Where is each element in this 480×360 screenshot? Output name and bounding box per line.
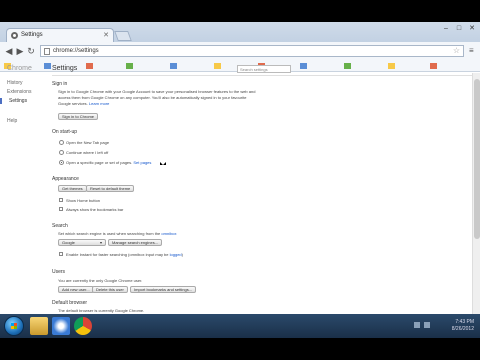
forward-button[interactable]: ▶ [15,46,25,56]
learn-more-link[interactable]: Learn more [89,101,109,106]
bookmark-icon[interactable] [300,63,307,69]
wrench-menu-icon[interactable]: ≡ [469,47,477,55]
page-icon [44,48,50,55]
address-bar-url: chrome://settings [53,48,99,54]
clock-date: 8/26/2012 [451,326,474,332]
search-engine-select[interactable]: Google ▾ [58,239,106,246]
chevron-down-icon: ▾ [99,240,102,245]
toolbar: ◀ ▶ ↻ chrome://settings ☆ ≡ [0,42,480,60]
explorer-icon[interactable] [30,317,48,335]
section-heading-users: Users [52,269,66,275]
sign-in-description: Sign in to Google Chrome with your Googl… [58,89,256,94]
bookmarks-bar-checkbox[interactable] [59,207,63,211]
sidebar-item-help[interactable]: Help [7,118,17,124]
bookmark-icon[interactable] [86,63,93,69]
header-divider [52,75,472,76]
browser-window: Settings ✕ – □ ✕ ◀ ▶ ↻ chrome://settings… [0,22,480,314]
users-description: You are currently the only Google Chrome… [58,278,143,283]
section-heading-default-browser: Default browser [52,300,88,306]
close-window-button[interactable]: ✕ [466,24,478,33]
section-heading-appearance: Appearance [52,176,79,182]
scrollbar[interactable] [472,73,480,314]
tab-settings[interactable]: Settings ✕ [6,28,114,42]
bookmark-icon[interactable] [344,63,351,69]
sign-in-description: access them from Google Chrome on any co… [58,95,247,100]
volume-icon[interactable] [424,322,430,328]
clock[interactable]: 7:43 PM 8/26/2012 [452,319,474,333]
sidebar-item-settings[interactable]: Settings [0,98,44,104]
section-heading-sign-in: Sign in [52,81,68,87]
chrome-icon[interactable] [74,317,92,335]
media-player-icon[interactable] [52,317,70,335]
show-home-checkbox[interactable] [59,198,63,202]
delete-user-button[interactable]: Delete this user [92,286,128,293]
radio-continue[interactable] [59,150,64,155]
start-button-icon[interactable] [4,316,24,336]
network-icon[interactable] [414,322,420,328]
sign-in-button[interactable]: Sign in to Chrome [58,113,99,120]
radio-label: Open a specific page or set of pages. Se… [66,160,151,165]
sign-in-description: Google services. Learn more [58,101,109,106]
reload-button[interactable]: ↻ [26,46,36,56]
address-bar[interactable]: chrome://settings ☆ [40,45,464,57]
search-engine-value: Google [62,240,75,245]
instant-label-text: Enable Instant for faster searching (omn… [66,252,169,257]
bookmark-icon[interactable] [214,63,221,69]
set-pages-link[interactable]: Set pages [133,160,151,165]
sidebar-title: Chrome [7,65,32,72]
back-button[interactable]: ◀ [4,46,14,56]
radio-label: Open the New Tab page [66,140,110,145]
omnibox-link[interactable]: omnibox [161,231,176,236]
settings-gear-icon [11,32,18,39]
close-tab-icon[interactable]: ✕ [103,29,109,42]
radio-specific-pages[interactable] [59,160,64,165]
manage-search-engines-button[interactable]: Manage search engines... [108,239,163,246]
checkbox-label: Enable Instant for faster searching (omn… [66,252,183,257]
sign-in-description-text: Google services. [58,101,88,106]
bookmark-icon[interactable] [388,63,395,69]
default-browser-description: The default browser is currently Google … [58,308,145,313]
checkbox-label: Show Home button [66,198,101,203]
page-title: Settings [52,65,78,72]
sidebar-item-history[interactable]: History [7,80,23,86]
get-themes-button[interactable]: Get themes [58,185,87,192]
mouse-cursor-icon [160,162,166,165]
logged-link[interactable]: logged [170,252,182,257]
tab-title: Settings [21,32,43,38]
instant-checkbox[interactable] [59,252,63,256]
checkbox-label: Always show the bookmarks bar [66,207,124,212]
search-description-text: Set which search engine is used when sea… [58,231,161,236]
import-bookmarks-button[interactable]: Import bookmarks and settings... [130,286,197,293]
bookmark-star-icon[interactable]: ☆ [453,45,460,56]
search-description: Set which search engine is used when sea… [58,231,177,236]
radio-label: Continue where I left off [66,150,109,155]
radio-label-text: Open a specific page or set of pages. [66,160,133,165]
add-user-button[interactable]: Add new user... [58,286,94,293]
reset-theme-button[interactable]: Reset to default theme [86,185,135,192]
bookmark-icon[interactable] [170,63,177,69]
minimize-button[interactable]: – [440,24,452,33]
taskbar: 7:43 PM 8/26/2012 [0,314,480,338]
radio-new-tab[interactable] [59,140,64,145]
new-tab-button[interactable] [114,31,132,41]
search-settings-input[interactable]: Search settings [237,65,291,73]
sidebar-item-extensions[interactable]: Extensions [7,89,31,95]
bookmark-icon[interactable] [44,63,51,69]
bookmark-icon[interactable] [430,63,437,69]
clock-time: 7:43 PM [455,319,474,325]
maximize-button[interactable]: □ [453,24,465,33]
section-heading-startup: On start-up [52,129,78,135]
section-heading-search: Search [52,223,68,229]
scrollbar-thumb[interactable] [474,79,480,239]
instant-label-suffix: ) [181,252,183,257]
bookmark-icon[interactable] [126,63,133,69]
